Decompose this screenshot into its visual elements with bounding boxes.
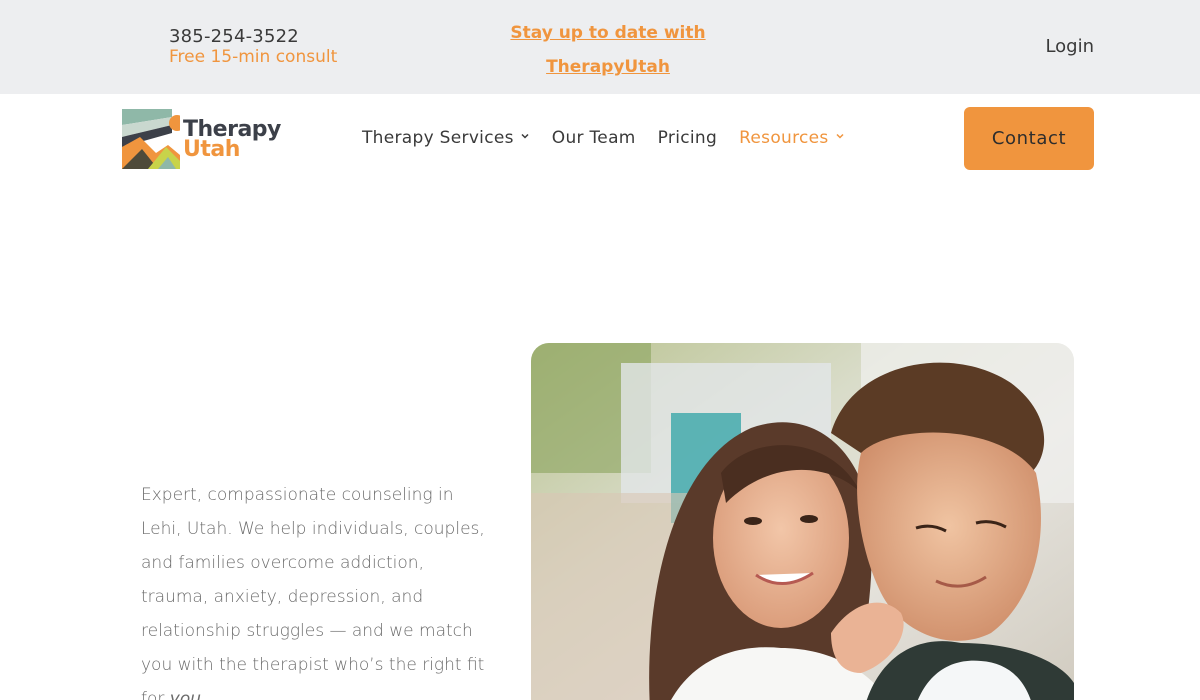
nav-item-pricing[interactable]: Pricing (658, 128, 717, 148)
free-consult-link[interactable]: Free 15-min consult (169, 47, 337, 67)
hero-description-text: Expert, compassionate counseling in Lehi… (141, 485, 485, 700)
phone-number-link[interactable]: 385-254-3522 (169, 26, 299, 47)
couple-photo-illustration (531, 343, 1074, 700)
mountain-logo-icon (122, 109, 180, 169)
nav-item-resources[interactable]: Resources (739, 128, 845, 148)
contact-button[interactable]: Contact (964, 107, 1094, 170)
hero-description-end: . (201, 689, 207, 700)
top-utility-bar: 385-254-3522 Free 15-min consult Stay up… (0, 0, 1200, 94)
promo-line-2[interactable]: TherapyUtah (498, 50, 718, 84)
main-nav: Therapy Services Our Team Pricing Resour… (362, 128, 845, 148)
chevron-down-icon (520, 131, 530, 144)
chevron-down-icon (835, 131, 845, 144)
therapy-utah-logo[interactable]: Therapy Utah (122, 109, 282, 171)
nav-item-our-team[interactable]: Our Team (552, 128, 636, 148)
hero-description: Expert, compassionate counseling in Lehi… (141, 478, 486, 700)
promo-line-1[interactable]: Stay up to date with (498, 16, 718, 50)
logo-text-utah: Utah (183, 137, 240, 162)
login-link[interactable]: Login (1045, 36, 1094, 57)
nav-item-label: Pricing (657, 128, 718, 148)
hero-couple-photo (531, 343, 1074, 700)
nav-item-label: Therapy Services (362, 128, 514, 148)
nav-item-therapy-services[interactable]: Therapy Services (362, 128, 530, 148)
newsletter-promo-link[interactable]: Stay up to date with TherapyUtah (498, 16, 718, 84)
hero-emphasis-you: you (169, 689, 202, 700)
nav-item-label: Our Team (551, 128, 636, 148)
nav-item-label: Resources (739, 128, 829, 148)
